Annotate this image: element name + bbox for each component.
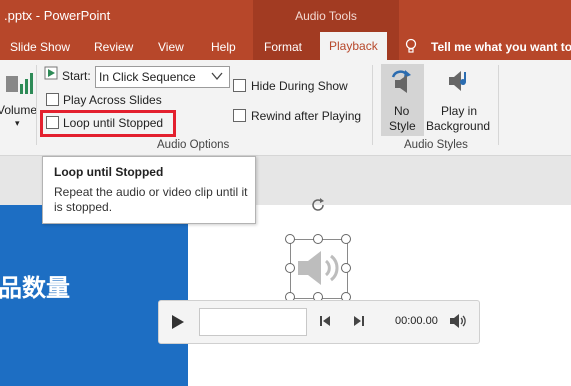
title-bar: .pptx - PowerPoint Audio Tools [0, 0, 571, 32]
reset-speaker-icon [387, 66, 417, 99]
no-style-button[interactable]: No Style [381, 64, 424, 136]
skip-back-icon[interactable] [319, 315, 331, 330]
volume-speaker-icon[interactable] [449, 313, 467, 332]
chevron-down-icon[interactable] [210, 69, 224, 86]
tell-me-search[interactable]: Tell me what you want to d [431, 40, 571, 54]
audio-player-bar: 00:00.00 [158, 300, 480, 344]
start-trigger-icon [44, 66, 58, 83]
progress-track[interactable] [199, 308, 307, 336]
rewind-after-playing-label[interactable]: Rewind after Playing [251, 109, 361, 123]
separator [498, 65, 499, 145]
play-bg-label-2: Background [426, 119, 491, 133]
slide-title-text[interactable]: 品数量 [0, 268, 70, 303]
play-across-slides-checkbox[interactable] [46, 93, 59, 106]
volume-icon [2, 68, 34, 103]
start-select[interactable]: In Click Sequence [95, 66, 230, 88]
background-speaker-icon [445, 66, 475, 99]
tab-review[interactable]: Review [94, 40, 133, 54]
play-icon[interactable] [171, 314, 185, 333]
no-style-label-2: Style [389, 119, 416, 133]
play-bg-label-1: Play in [441, 104, 478, 118]
tooltip-title: Loop until Stopped [54, 165, 164, 179]
tab-slide-show[interactable]: Slide Show [10, 40, 70, 54]
highlight-box [40, 110, 176, 137]
tab-help[interactable]: Help [211, 40, 236, 54]
start-select-value: In Click Sequence [99, 70, 196, 84]
ribbon-tabs: Slide Show Review View Help Format Playb… [0, 32, 571, 60]
start-label: Start: [62, 69, 91, 83]
tab-view[interactable]: View [158, 40, 184, 54]
hide-during-show-checkbox[interactable] [233, 79, 246, 92]
lightbulb-icon [404, 38, 418, 57]
tab-format[interactable]: Format [264, 40, 302, 54]
playback-time: 00:00.00 [395, 315, 438, 327]
rotate-handle-icon[interactable] [310, 197, 326, 216]
rewind-after-playing-checkbox[interactable] [233, 109, 246, 122]
no-style-label-1: No [394, 104, 410, 118]
audio-styles-group-label: Audio Styles [404, 139, 468, 151]
skip-forward-icon[interactable] [353, 315, 365, 330]
tooltip-description: Repeat the audio or video clip until it … [54, 185, 248, 214]
separator [372, 65, 373, 145]
hide-during-show-label[interactable]: Hide During Show [251, 79, 348, 93]
audio-speaker-icon [293, 243, 343, 296]
volume-button[interactable]: Volume [0, 103, 37, 117]
ribbon-playback: Volume ▾ Start: In Click Sequence Play A… [0, 60, 571, 156]
play-across-slides-label[interactable]: Play Across Slides [63, 93, 162, 107]
tab-playback[interactable]: Playback [320, 32, 387, 60]
tooltip: Loop until Stopped Repeat the audio or v… [42, 156, 256, 224]
window-title: .pptx - PowerPoint [4, 8, 111, 23]
play-in-background-button[interactable]: Play in Background [425, 64, 493, 136]
audio-options-group-label: Audio Options [157, 139, 230, 151]
separator [36, 65, 37, 145]
chevron-down-icon[interactable]: ▾ [15, 118, 20, 129]
audio-tools-context-label: Audio Tools [253, 0, 399, 32]
